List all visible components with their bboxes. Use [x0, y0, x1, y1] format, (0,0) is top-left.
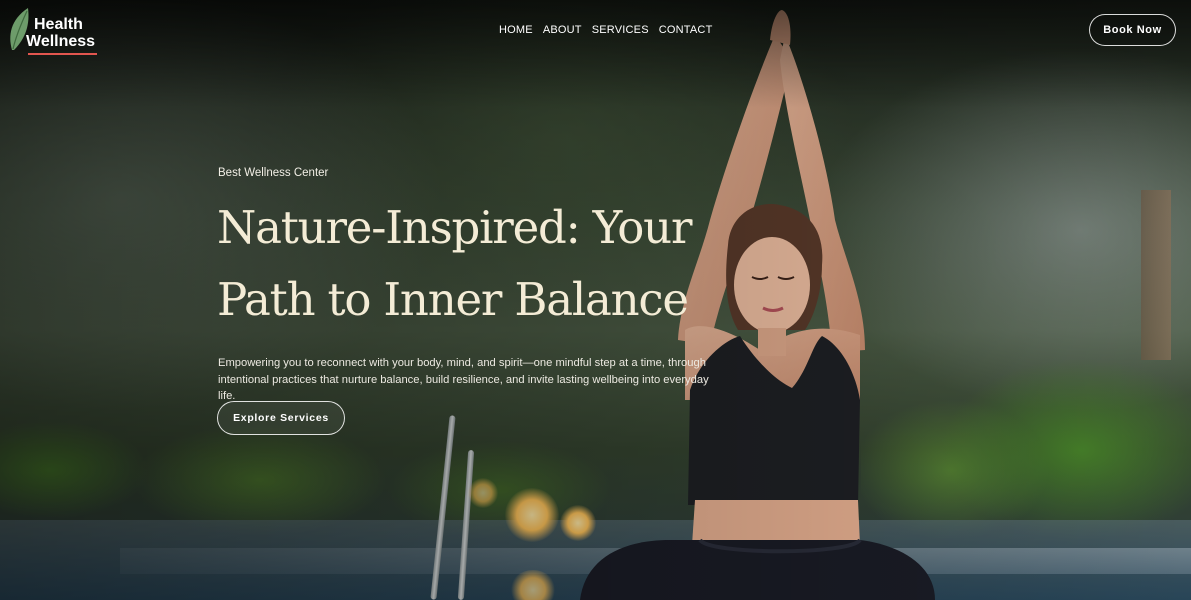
- hero-eyebrow: Best Wellness Center: [218, 167, 329, 179]
- brand-line2: Wellness: [26, 33, 96, 50]
- brand-line1: Health: [34, 16, 83, 33]
- brand-underline: [28, 53, 97, 55]
- hero-description: Empowering you to reconnect with your bo…: [218, 357, 709, 403]
- hero-title-line2: Path to Inner Balance: [217, 273, 689, 326]
- nav-item-services[interactable]: SERVICES: [592, 24, 649, 36]
- nav-item-about[interactable]: ABOUT: [543, 24, 582, 36]
- nav-item-home[interactable]: HOME: [499, 24, 533, 36]
- explore-services-button[interactable]: Explore Services: [217, 401, 345, 435]
- hero-title-line1: Nature-Inspired: Your: [217, 201, 692, 254]
- site-header: Health Wellness HOME ABOUT SERVICES CONT…: [0, 0, 1191, 64]
- book-now-button[interactable]: Book Now: [1089, 14, 1176, 46]
- hero-title: Nature-Inspired: Your Path to Inner Bala…: [217, 192, 737, 336]
- brand-name: Health Wellness: [26, 16, 95, 50]
- nav-item-contact[interactable]: CONTACT: [659, 24, 713, 36]
- brand-logo[interactable]: Health Wellness: [8, 6, 108, 58]
- main-nav: HOME ABOUT SERVICES CONTACT: [499, 24, 713, 36]
